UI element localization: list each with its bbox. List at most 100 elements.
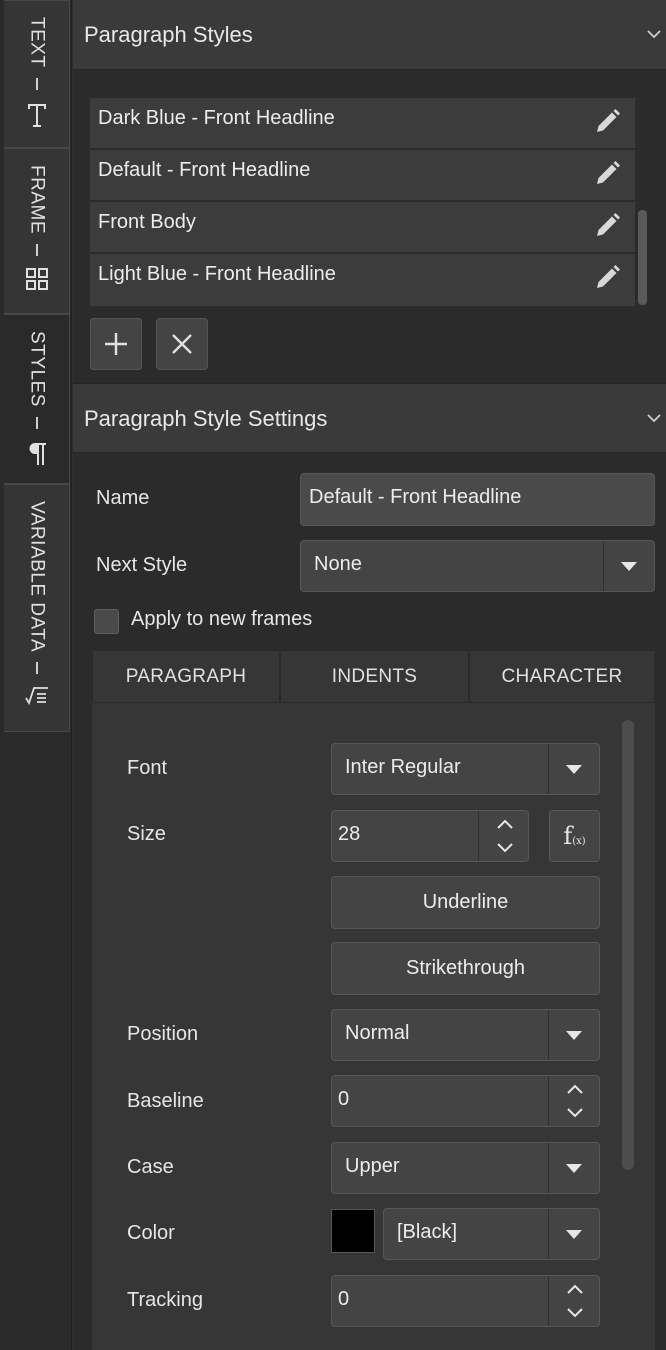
function-icon-x: (x) xyxy=(572,836,586,847)
size-spinner[interactable] xyxy=(478,811,530,861)
name-label: Name xyxy=(96,487,150,509)
list-item[interactable]: Light Blue - Front Headline xyxy=(90,254,635,306)
chevron-down-icon xyxy=(647,414,661,423)
chevron-down-icon[interactable] xyxy=(566,1307,584,1319)
size-value: 28 xyxy=(338,823,361,845)
next-style-label: Next Style xyxy=(96,554,188,576)
baseline-value: 0 xyxy=(338,1088,350,1110)
section-title: Paragraph Styles xyxy=(84,22,253,47)
tab-label: INDENTS xyxy=(331,665,418,687)
tab-text[interactable]: TEXT xyxy=(4,0,70,148)
list-item[interactable]: Dark Blue - Front Headline xyxy=(90,98,635,150)
chevron-down-icon[interactable] xyxy=(496,842,514,854)
side-tab-rail: TEXT FRAME STYLES VARIABLE DATA xyxy=(0,0,72,1350)
dropdown-divider xyxy=(603,541,604,591)
pencil-edit-icon[interactable] xyxy=(593,262,623,292)
baseline-stepper[interactable]: 0 xyxy=(331,1075,600,1127)
tab-paragraph[interactable]: PARAGRAPH xyxy=(92,650,280,703)
delete-style-button[interactable] xyxy=(156,318,208,370)
chevron-down-icon xyxy=(647,30,661,39)
color-value: [Black] xyxy=(397,1221,458,1243)
list-item[interactable]: Front Body xyxy=(90,202,635,254)
apply-to-new-frames-label: Apply to new frames xyxy=(131,608,313,630)
style-name: Default - Front Headline xyxy=(98,159,311,181)
position-dropdown[interactable]: Normal xyxy=(331,1009,600,1061)
position-label: Position xyxy=(127,1023,199,1045)
chevron-down-icon xyxy=(621,562,637,571)
next-style-value: None xyxy=(314,553,362,575)
tracking-stepper[interactable]: 0 xyxy=(331,1275,600,1327)
tab-character[interactable]: CHARACTER xyxy=(469,650,655,703)
pencil-edit-icon[interactable] xyxy=(593,106,623,136)
paragraph-style-list: Dark Blue - Front Headline Default - Fro… xyxy=(90,98,635,306)
position-value: Normal xyxy=(345,1022,410,1044)
close-icon xyxy=(172,334,192,354)
settings-tabbar: PARAGRAPH INDENTS CHARACTER xyxy=(92,650,655,703)
color-swatch[interactable] xyxy=(331,1209,375,1253)
name-field-value: Default - Front Headline xyxy=(309,486,522,508)
dropdown-divider xyxy=(548,1143,549,1193)
name-field[interactable]: Default - Front Headline xyxy=(300,473,655,526)
next-style-dropdown[interactable]: None xyxy=(300,540,655,592)
size-stepper[interactable]: 28 xyxy=(331,810,529,862)
pencil-edit-icon[interactable] xyxy=(593,210,623,240)
tab-styles-label: STYLES xyxy=(26,331,48,407)
style-list-scrollbar[interactable] xyxy=(638,210,647,305)
pencil-edit-icon[interactable] xyxy=(593,158,623,188)
tab-frame-label: FRAME xyxy=(26,165,48,234)
baseline-spinner[interactable] xyxy=(548,1076,600,1126)
font-value: Inter Regular xyxy=(345,756,461,778)
tracking-spinner[interactable] xyxy=(548,1276,600,1326)
paragraph-style-settings-header[interactable]: Paragraph Style Settings xyxy=(73,383,666,453)
tab-styles[interactable]: STYLES xyxy=(4,314,70,484)
dropdown-divider xyxy=(548,1209,549,1259)
pilcrow-icon xyxy=(27,441,47,465)
size-label: Size xyxy=(127,823,166,845)
chevron-up-icon[interactable] xyxy=(566,1083,584,1095)
tab-separator xyxy=(35,416,38,429)
chevron-down-icon[interactable] xyxy=(566,1107,584,1119)
apply-to-new-frames-checkbox[interactable] xyxy=(94,609,119,634)
plus-icon xyxy=(105,333,127,355)
case-label: Case xyxy=(127,1156,174,1178)
tab-separator xyxy=(35,662,38,675)
chevron-down-icon xyxy=(566,1230,582,1239)
dropdown-divider xyxy=(548,744,549,794)
tab-separator xyxy=(35,77,38,90)
settings-scrollbar[interactable] xyxy=(622,720,634,1170)
color-label: Color xyxy=(127,1222,175,1244)
strikethrough-button-label: Strikethrough xyxy=(406,957,525,979)
chevron-up-icon[interactable] xyxy=(496,818,514,830)
color-dropdown[interactable]: [Black] xyxy=(383,1208,600,1260)
text-t-icon xyxy=(26,102,48,128)
tab-label: CHARACTER xyxy=(501,665,623,687)
dropdown-divider xyxy=(548,1010,549,1060)
add-style-button[interactable] xyxy=(90,318,142,370)
font-label: Font xyxy=(127,757,168,779)
case-dropdown[interactable]: Upper xyxy=(331,1142,600,1194)
style-name: Dark Blue - Front Headline xyxy=(98,107,335,129)
tab-text-label: TEXT xyxy=(26,17,48,68)
chevron-down-icon xyxy=(566,1164,582,1173)
variable-data-icon xyxy=(24,686,49,706)
chevron-up-icon[interactable] xyxy=(566,1283,584,1295)
underline-button[interactable]: Underline xyxy=(331,876,600,929)
size-expression-button[interactable]: f(x) xyxy=(549,810,600,862)
list-item[interactable]: Default - Front Headline xyxy=(90,150,635,202)
case-value: Upper xyxy=(345,1155,400,1177)
underline-button-label: Underline xyxy=(422,891,509,913)
tracking-label: Tracking xyxy=(127,1289,203,1311)
strikethrough-button[interactable]: Strikethrough xyxy=(331,942,600,995)
font-dropdown[interactable]: Inter Regular xyxy=(331,743,600,795)
tab-variable-data[interactable]: VARIABLE DATA xyxy=(4,484,70,732)
style-name: Light Blue - Front Headline xyxy=(98,263,336,285)
tab-separator xyxy=(35,244,38,256)
tab-frame[interactable]: FRAME xyxy=(4,148,70,314)
frame-grid-icon xyxy=(25,268,48,290)
paragraph-styles-header[interactable]: Paragraph Styles xyxy=(73,0,666,70)
tab-indents[interactable]: INDENTS xyxy=(280,650,469,703)
tab-label: PARAGRAPH xyxy=(125,665,247,687)
chevron-down-icon xyxy=(566,765,582,774)
function-icon-f: f xyxy=(563,822,573,850)
tab-variable-data-label: VARIABLE DATA xyxy=(26,501,48,653)
